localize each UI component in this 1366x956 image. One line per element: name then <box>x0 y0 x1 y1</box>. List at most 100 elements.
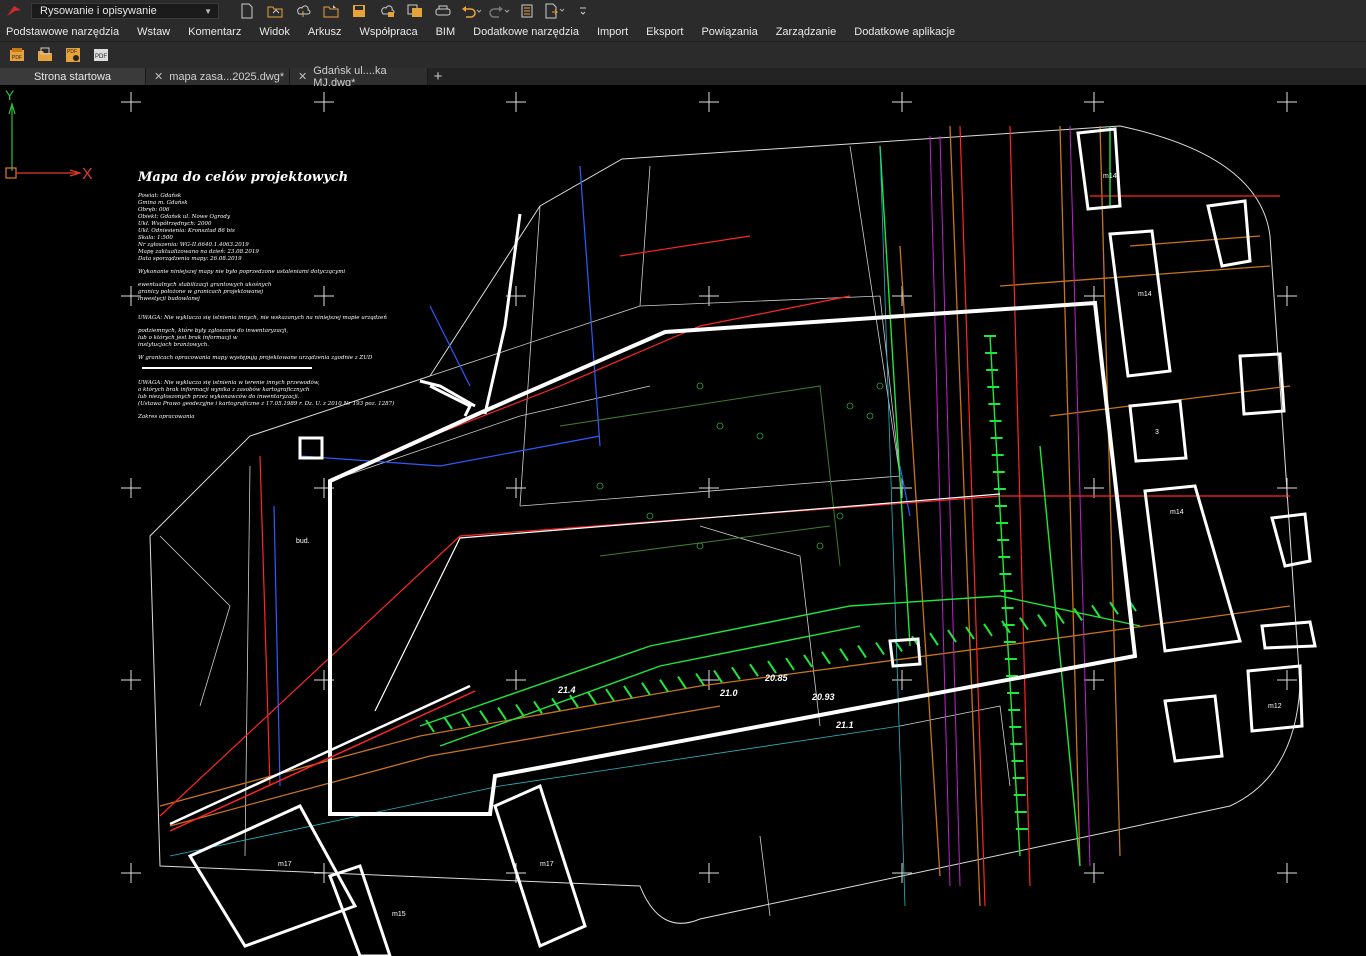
menu-dodatkowe-narzedzia[interactable]: Dodatkowe narzędzia <box>464 26 588 38</box>
crosshair-marker-icon <box>506 478 526 498</box>
publish-icon[interactable] <box>541 2 569 20</box>
map-info-lines: Powiat: Gdańsk Gmina m. Gdańsk Obręb: 006 O… <box>138 193 388 263</box>
street-edge-left <box>483 213 522 415</box>
menu-wspolpraca[interactable]: Współpraca <box>351 26 427 38</box>
menu-eksport[interactable]: Eksport <box>637 26 692 38</box>
more-icon[interactable] <box>569 2 597 20</box>
telecom-tick <box>821 651 831 665</box>
map-note-line: inwestycji budowlanej <box>138 296 200 302</box>
map-note-line: podziemnych, które były zgłoszone do inw… <box>138 328 289 334</box>
new-file-icon[interactable] <box>233 2 261 20</box>
elevation-labels: 21.4 21.0 20.85 20.93 21.1 <box>557 673 854 730</box>
building-top-right <box>1076 127 1122 211</box>
crosshair-marker-icon <box>892 478 912 498</box>
cloud-open-icon[interactable] <box>289 2 317 20</box>
export-folder-icon[interactable] <box>36 46 54 64</box>
building-small-left <box>298 436 324 460</box>
print-icon[interactable] <box>429 2 457 20</box>
chevron-down-icon: ▼ <box>204 6 212 16</box>
telecom-tick <box>443 716 453 730</box>
save-icon[interactable] <box>345 2 373 20</box>
tab-start-page[interactable]: Strona startowa <box>0 68 146 85</box>
app-logo-icon[interactable] <box>5 4 23 18</box>
undo-icon[interactable] <box>457 2 485 20</box>
telecom-tick <box>641 682 651 696</box>
menu-dodatkowe-aplikacje[interactable]: Dodatkowe aplikacje <box>845 26 964 38</box>
ucs-y-label: Y <box>5 87 15 103</box>
batch-pdf-icon[interactable]: PDF <box>8 46 26 64</box>
map-warning-line: lub niezgłoszonych przez wykonawców do i… <box>138 394 300 400</box>
workspace-selector[interactable]: Rysowanie i opisywanie ▼ <box>31 3 219 19</box>
save-cloud-icon[interactable] <box>373 2 401 20</box>
map-info-line: Obręb: 006 <box>138 207 170 213</box>
redo-icon[interactable] <box>485 2 513 20</box>
tree-icon <box>866 412 874 420</box>
crosshair-marker-icon <box>121 670 141 690</box>
menu-widok[interactable]: Widok <box>250 26 299 38</box>
map-info-line: Gmina m. Gdańsk <box>138 200 188 206</box>
telecom-tick <box>875 641 885 656</box>
close-icon[interactable]: ✕ <box>298 70 307 83</box>
menu-wstaw[interactable]: Wstaw <box>128 26 179 38</box>
tree-icon <box>696 382 704 390</box>
building-label: m14 <box>1103 173 1117 180</box>
menu-import[interactable]: Import <box>588 26 637 38</box>
legend-line <box>142 367 312 369</box>
add-tab-button[interactable]: + <box>428 68 448 85</box>
telecom-tick <box>713 669 723 683</box>
menu-komentarz[interactable]: Komentarz <box>179 26 250 38</box>
menu-arkusz[interactable]: Arkusz <box>299 26 351 38</box>
telecom-tick <box>497 707 507 721</box>
tree-icon <box>836 512 844 520</box>
crosshair-marker-icon <box>699 863 719 883</box>
crosshair-marker-icon <box>506 92 526 112</box>
map-note: W granicach opracowania mapy występują p… <box>138 355 373 361</box>
open-folder-icon[interactable] <box>317 2 345 20</box>
svg-text:PDF: PDF <box>12 55 22 61</box>
quick-access-toolbar <box>233 2 597 20</box>
tree-symbols <box>596 382 884 550</box>
telecom-tick <box>605 688 615 702</box>
tab-document-1[interactable]: ✕ mapa zasa...2025.dwg* <box>146 68 290 85</box>
crosshair-marker-icon <box>1277 286 1297 306</box>
elevation-label: 20.93 <box>811 692 835 702</box>
pdf-settings-icon[interactable]: PDF <box>64 46 82 64</box>
save-as-icon[interactable] <box>401 2 429 20</box>
pdf-export-icon[interactable]: PDF <box>92 46 110 64</box>
telecom-tick <box>587 691 597 705</box>
properties-icon[interactable] <box>513 2 541 20</box>
telecom-tick <box>1109 601 1119 615</box>
crosshair-marker-icon <box>1277 92 1297 112</box>
map-note-line: lub o których jest brak informacji w <box>138 335 238 341</box>
drawing-canvas[interactable]: m14 m14 m14 m12 m17 m17 m15 bud. 3 21.4 … <box>0 86 1366 956</box>
map-info-line: Powiat: Gdańsk <box>138 193 182 199</box>
menu-podstawowe-narzedzia[interactable]: Podstawowe narzędzia <box>0 26 128 38</box>
close-icon[interactable]: ✕ <box>154 70 163 83</box>
menu-bim[interactable]: BIM <box>427 26 465 38</box>
open-icon[interactable] <box>261 2 289 20</box>
ucs-x-label: X <box>82 166 93 183</box>
crosshair-marker-icon <box>121 92 141 112</box>
building-corner-right <box>1206 199 1252 268</box>
document-tabs: Strona startowa ✕ mapa zasa...2025.dwg* … <box>0 65 1366 89</box>
tree-icon <box>646 512 654 520</box>
menu-powiazania[interactable]: Powiązania <box>692 26 766 38</box>
svg-text:PDF: PDF <box>95 54 107 60</box>
elevation-label: 20.85 <box>764 673 789 683</box>
tree-icon <box>876 382 884 390</box>
street-edge-red <box>169 690 476 832</box>
telecom-tick <box>461 713 471 727</box>
building-courtyard <box>1163 694 1224 763</box>
menu-zarzadzanie[interactable]: Zarządzanie <box>767 26 846 38</box>
map-info-line: Ukł. Współrzędnych: 2000 <box>138 221 212 227</box>
crosshair-marker-icon <box>1277 670 1297 690</box>
map-title-block: Mapa do celów projektowych Powiat: Gdańs… <box>138 170 394 421</box>
crosshair-marker-icon <box>1084 92 1104 112</box>
crosshair-marker-icon <box>892 92 912 112</box>
telecom-tick <box>1037 614 1047 628</box>
elevation-label: 21.1 <box>835 720 854 730</box>
map-info-line: Skala: 1:500 <box>138 235 173 241</box>
building-label: m17 <box>540 861 554 868</box>
building-m14-bottom <box>1143 484 1242 653</box>
tab-document-2[interactable]: ✕ Gdańsk ul....ka MJ.dwg* <box>290 65 428 89</box>
